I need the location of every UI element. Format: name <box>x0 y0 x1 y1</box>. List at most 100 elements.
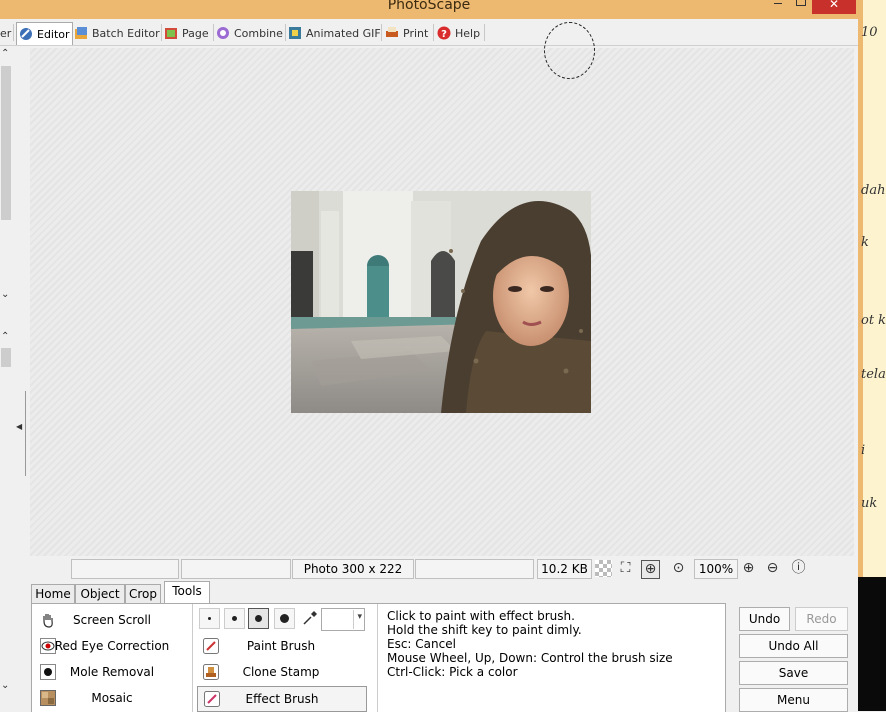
side-text: ot k <box>861 313 886 328</box>
tab-label: Editor <box>37 27 70 41</box>
side-text: tela <box>861 367 886 382</box>
fit-screen-icon[interactable]: ⛶ <box>617 560 634 577</box>
tab-label: Help <box>455 26 481 40</box>
zoom-actual-icon[interactable]: ⊕ <box>641 560 660 579</box>
tab-separator <box>285 24 286 41</box>
tab-help[interactable]: ? Help <box>437 23 480 43</box>
tool-label: Paint Brush <box>246 639 316 653</box>
window-edge <box>858 0 863 577</box>
brush-cursor <box>544 22 595 79</box>
svg-text:?: ? <box>441 29 447 40</box>
photo-size-label: Photo 300 x 222 <box>292 559 414 579</box>
paint-brush-button[interactable]: Paint Brush <box>197 634 365 658</box>
undo-all-button[interactable]: Undo All <box>739 634 848 658</box>
zoom-fit-icon[interactable]: ⊙ <box>670 560 687 577</box>
maximize-button[interactable] <box>788 0 814 13</box>
tool-label: Clone Stamp <box>242 665 320 679</box>
redo-button[interactable]: Redo <box>795 607 848 631</box>
scrollbar-thumb[interactable] <box>1 66 11 220</box>
animated-gif-icon <box>289 27 301 39</box>
side-text: dah <box>861 183 886 198</box>
tab-home[interactable]: Home <box>31 584 75 603</box>
page-icon <box>165 28 177 39</box>
editor-canvas[interactable] <box>30 22 854 556</box>
tab-viewer[interactable]: er <box>0 23 11 43</box>
tab-tools[interactable]: Tools <box>164 581 210 603</box>
tab-batch-editor[interactable]: Batch Editor <box>74 23 160 43</box>
tab-object[interactable]: Object <box>75 584 125 603</box>
tab-print[interactable]: Print <box>385 23 428 43</box>
eyedropper-icon[interactable] <box>302 610 318 626</box>
status-box-empty <box>181 559 291 579</box>
help-text: Click to paint with effect brush. Hold t… <box>387 609 673 679</box>
panel-splitter[interactable]: ◀ <box>13 46 29 586</box>
tab-combine[interactable]: Combine <box>216 23 283 43</box>
chevron-down-icon[interactable]: ⌄ <box>1 289 9 300</box>
red-eye-correction-button[interactable]: Red Eye Correction <box>32 634 192 658</box>
color-dropdown[interactable] <box>321 608 365 631</box>
chevron-down-icon[interactable]: ⌄ <box>1 680 9 691</box>
mosaic-button[interactable]: Mosaic <box>32 686 192 710</box>
brush-size-3-button[interactable] <box>248 608 269 629</box>
zoom-level: 100% <box>694 559 738 579</box>
undo-button[interactable]: Undo <box>739 607 790 631</box>
clone-stamp-button[interactable]: Clone Stamp <box>197 660 365 684</box>
tool-label: Screen Scroll <box>73 613 151 627</box>
side-text: uk <box>861 496 878 511</box>
effect-brush-button[interactable]: Effect Brush <box>197 686 367 712</box>
combine-icon <box>217 27 229 39</box>
tab-separator <box>161 24 162 41</box>
column-separator <box>192 604 193 712</box>
tab-label: Page <box>182 26 209 40</box>
mole-removal-button[interactable]: Mole Removal <box>32 660 192 684</box>
splitter-grip[interactable] <box>17 391 26 476</box>
help-icon: ? <box>437 26 451 40</box>
menu-button[interactable]: Menu <box>739 688 848 712</box>
save-button[interactable]: Save <box>739 661 848 685</box>
print-icon <box>386 27 398 37</box>
photo-image <box>291 191 591 413</box>
screen-scroll-button[interactable]: Screen Scroll <box>32 608 192 632</box>
chevron-up-icon[interactable]: ⌃ <box>1 48 9 59</box>
brush-size-1-button[interactable] <box>199 608 220 629</box>
tab-label: Combine <box>234 26 283 40</box>
tab-label: er <box>0 26 12 40</box>
taskbar-region <box>858 577 886 711</box>
tab-separator <box>13 24 14 41</box>
background-window: 10 dah k ot k tela i uk <box>858 0 886 711</box>
tab-label: Animated GIF <box>306 26 381 40</box>
zoom-out-icon[interactable]: ⊖ <box>764 560 781 577</box>
tool-label: Mosaic <box>91 691 133 705</box>
info-icon[interactable]: ⓘ <box>790 560 807 577</box>
close-button[interactable]: ✕ <box>812 0 856 14</box>
title-bar: PhotoScape ✕ <box>0 0 858 19</box>
tab-separator <box>213 24 214 41</box>
scrollbar-thumb[interactable] <box>1 348 11 367</box>
brush-size-2-button[interactable] <box>224 608 245 629</box>
window-title: PhotoScape <box>387 0 471 13</box>
tool-label: Red Eye Correction <box>54 639 170 653</box>
tools-panel: Screen Scroll Red Eye Correction Mole Re… <box>31 603 726 712</box>
main-tabbar: er Editor Batch Editor Page Combine Anim… <box>0 20 858 46</box>
collapse-arrow-icon[interactable]: ◀ <box>16 422 22 431</box>
tab-editor[interactable]: Editor <box>16 22 73 45</box>
edited-photo[interactable] <box>291 191 591 413</box>
transparency-icon[interactable] <box>595 560 612 577</box>
left-panel: ⌃ ⌄ ⌃ ⌄ <box>0 46 13 711</box>
status-box-empty <box>415 559 534 579</box>
editor-icon <box>20 28 32 40</box>
tool-label: Mole Removal <box>69 665 155 679</box>
tab-crop[interactable]: Crop <box>125 584 161 603</box>
tab-label: Print <box>403 26 429 40</box>
side-text: k <box>861 235 869 250</box>
zoom-in-icon[interactable]: ⊕ <box>740 560 757 577</box>
batch-editor-icon <box>75 27 87 39</box>
tab-animated-gif[interactable]: Animated GIF <box>288 23 381 43</box>
brush-size-4-button[interactable] <box>274 608 295 629</box>
tab-page[interactable]: Page <box>164 23 209 43</box>
tab-label: Batch Editor <box>92 26 160 40</box>
chevron-up-icon[interactable]: ⌃ <box>1 331 9 342</box>
tool-label: Effect Brush <box>245 692 319 706</box>
column-separator <box>377 604 378 712</box>
tab-separator <box>433 24 434 41</box>
